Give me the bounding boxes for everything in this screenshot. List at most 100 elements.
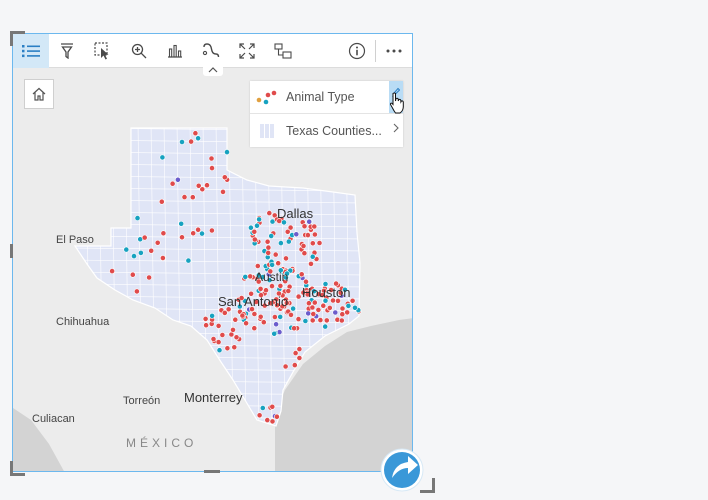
map-point[interactable]: [273, 321, 279, 328]
map-point[interactable]: [310, 311, 317, 317]
map-point[interactable]: [265, 244, 272, 251]
map-point[interactable]: [146, 274, 152, 281]
map-point[interactable]: [148, 247, 155, 254]
map-point[interactable]: [309, 240, 316, 247]
map-point[interactable]: [260, 319, 267, 326]
map-point[interactable]: [141, 234, 148, 241]
map-point[interactable]: [251, 228, 258, 235]
map-point[interactable]: [269, 403, 276, 410]
map-point[interactable]: [188, 138, 194, 145]
legend-layer-texas-counties[interactable]: Texas Counties...: [250, 113, 403, 147]
map-point[interactable]: [298, 271, 305, 278]
map-point[interactable]: [338, 317, 345, 324]
resize-handle-left[interactable]: [10, 244, 13, 258]
map-point[interactable]: [243, 320, 249, 327]
map-point[interactable]: [311, 299, 318, 306]
map-point[interactable]: [339, 305, 346, 312]
map-point[interactable]: [190, 230, 197, 237]
map-point[interactable]: [311, 231, 318, 238]
map-point[interactable]: [295, 316, 302, 322]
map-point[interactable]: [344, 309, 351, 316]
map-point[interactable]: [232, 316, 239, 323]
map-point[interactable]: [174, 176, 181, 183]
map-point[interactable]: [301, 250, 308, 257]
select-button[interactable]: [85, 34, 121, 68]
map-point[interactable]: [285, 288, 292, 294]
map-point[interactable]: [269, 418, 276, 425]
map-point[interactable]: [158, 198, 165, 205]
visualization-type-button[interactable]: [265, 34, 301, 68]
map-point[interactable]: [129, 271, 136, 278]
map-point[interactable]: [285, 238, 292, 245]
map-point[interactable]: [185, 257, 192, 264]
map-point[interactable]: [208, 155, 215, 162]
map-point[interactable]: [231, 344, 238, 351]
map-point[interactable]: [315, 306, 322, 313]
resize-handle-bottom-left[interactable]: [10, 461, 25, 476]
map-point[interactable]: [271, 330, 278, 337]
map-point[interactable]: [304, 232, 311, 238]
map-point[interactable]: [305, 310, 312, 317]
map-point[interactable]: [134, 288, 140, 295]
map-point[interactable]: [277, 282, 284, 289]
map-point[interactable]: [160, 230, 167, 237]
map-point[interactable]: [195, 226, 201, 233]
map-point[interactable]: [220, 189, 226, 195]
map-point[interactable]: [296, 355, 303, 361]
map-point[interactable]: [256, 216, 262, 223]
map-point[interactable]: [210, 336, 217, 342]
map-point[interactable]: [288, 311, 294, 318]
map-point[interactable]: [309, 317, 316, 324]
map-point[interactable]: [263, 287, 269, 294]
map-point[interactable]: [189, 194, 196, 201]
map-point[interactable]: [247, 273, 254, 280]
map-point[interactable]: [303, 278, 309, 285]
map-point[interactable]: [159, 154, 166, 161]
home-button[interactable]: [24, 79, 54, 109]
map-point[interactable]: [264, 238, 271, 245]
map-point[interactable]: [352, 304, 358, 311]
map-point[interactable]: [269, 283, 275, 289]
map-point[interactable]: [239, 312, 246, 319]
map-point[interactable]: [109, 268, 115, 274]
map-point[interactable]: [209, 165, 215, 171]
map-point[interactable]: [251, 311, 258, 317]
map-point[interactable]: [283, 255, 289, 262]
map-point[interactable]: [326, 304, 333, 311]
map-point[interactable]: [203, 322, 209, 329]
map-point[interactable]: [233, 334, 240, 341]
map-point[interactable]: [242, 273, 249, 280]
map-point[interactable]: [332, 309, 339, 316]
share-action-button[interactable]: [378, 444, 428, 494]
map-point[interactable]: [308, 260, 314, 267]
map-point[interactable]: [138, 249, 144, 256]
expand-button[interactable]: [229, 34, 265, 68]
map-point[interactable]: [254, 222, 260, 229]
chart-button[interactable]: [157, 34, 193, 68]
info-button[interactable]: [339, 34, 375, 68]
map-point[interactable]: [268, 233, 275, 239]
map-point[interactable]: [284, 228, 291, 235]
map-point[interactable]: [266, 210, 273, 216]
map-point[interactable]: [302, 318, 309, 324]
map-point[interactable]: [349, 297, 356, 304]
map-point[interactable]: [264, 417, 271, 423]
map-point[interactable]: [320, 302, 327, 309]
map-point[interactable]: [224, 345, 231, 352]
link-button[interactable]: [193, 34, 229, 68]
map-point[interactable]: [316, 240, 323, 246]
collapse-toolbar-button[interactable]: [203, 64, 223, 76]
map-point[interactable]: [273, 413, 280, 420]
map-point[interactable]: [254, 263, 261, 269]
map-point[interactable]: [345, 302, 352, 309]
filter-button[interactable]: [49, 34, 85, 68]
map-point[interactable]: [291, 362, 298, 368]
map-point[interactable]: [179, 139, 185, 145]
more-button[interactable]: [376, 34, 412, 68]
map-point[interactable]: [221, 309, 228, 316]
legend-layer-animal-type[interactable]: Animal Type: [250, 81, 403, 113]
map-point[interactable]: [224, 149, 230, 155]
map-point[interactable]: [296, 346, 303, 352]
map-point[interactable]: [179, 234, 185, 241]
map-point[interactable]: [339, 311, 346, 318]
